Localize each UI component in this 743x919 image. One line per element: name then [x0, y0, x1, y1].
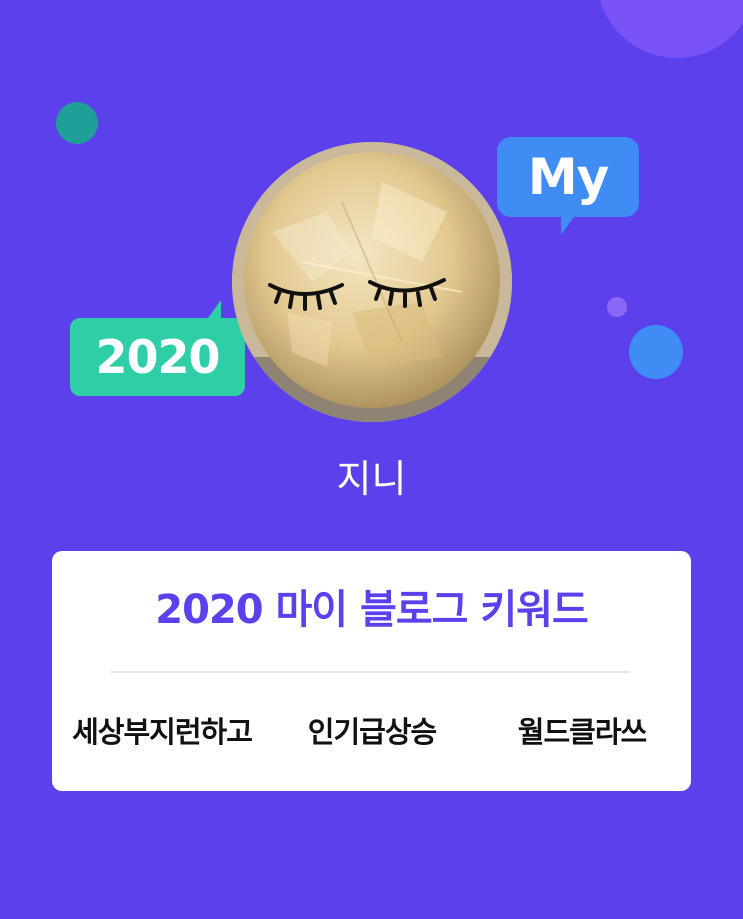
decorative-dot-lilac — [607, 297, 627, 317]
keyword-item: 월드클라쓰 — [517, 715, 647, 749]
keyword-list: 세상부지런하고 인기급상승 월드클라쓰 — [52, 709, 691, 749]
my-bubble-label: My — [527, 148, 609, 206]
decorative-circle-top — [597, 0, 743, 58]
profile-name: 지니 — [336, 457, 407, 501]
card-title: 2020 마이 블로그 키워드 — [155, 587, 589, 633]
divider — [111, 671, 631, 673]
keyword-item: 인기급상승 — [307, 715, 437, 749]
decorative-dot-teal — [56, 102, 98, 144]
decorative-dot-blue — [629, 325, 683, 379]
keyword-card: 2020 마이 블로그 키워드 세상부지런하고 인기급상승 월드클라쓰 — [52, 551, 691, 791]
avatar — [232, 142, 512, 422]
year-speech-bubble: 2020 — [70, 300, 245, 396]
keyword-item: 세상부지런하고 — [72, 715, 253, 749]
my-speech-bubble: My — [497, 137, 639, 235]
year-bubble-label: 2020 — [95, 330, 220, 384]
closed-eyes-stone-icon — [232, 142, 512, 422]
